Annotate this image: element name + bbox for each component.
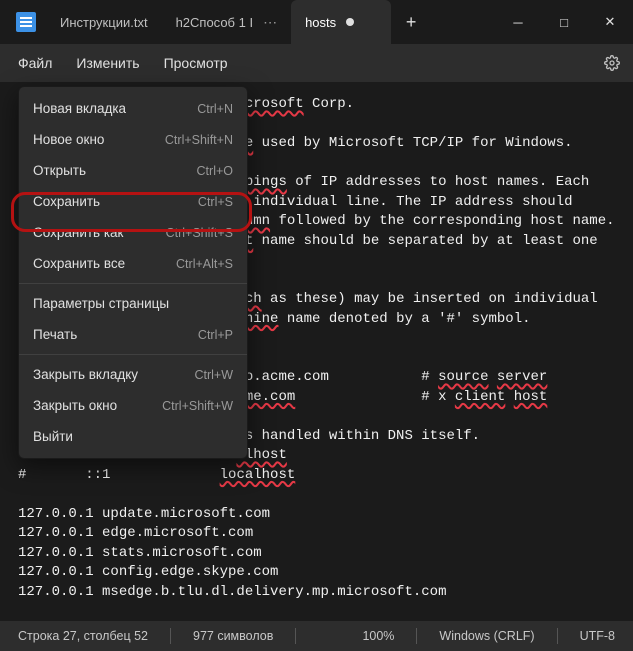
menubar: Файл Изменить Просмотр [0,44,633,82]
menu-item-label: Сохранить как [33,225,123,240]
close-icon: ✕ [605,14,616,30]
menu-item-label: Открыть [33,163,86,178]
tabs: Инструкции.txt h2Способ 1 I ⋯ hosts + [46,0,495,44]
menu-item-label: Печать [33,327,77,342]
menu-item-shortcut: Ctrl+N [197,102,233,116]
menu-item-label: Сохранить все [33,256,125,271]
modified-dot-icon [346,18,354,26]
tab-hosts[interactable]: hosts [291,0,391,44]
menu-item-3[interactable]: Сохранить Ctrl+S [19,186,247,217]
menu-item-8[interactable]: Печать Ctrl+P [19,319,247,350]
menu-item-1[interactable]: Новое окно Ctrl+Shift+N [19,124,247,155]
menu-item-10[interactable]: Закрыть вкладку Ctrl+W [19,359,247,390]
menu-view[interactable]: Просмотр [152,49,240,77]
file-menu-dropdown: Новая вкладка Ctrl+N Новое окно Ctrl+Shift+… [18,86,248,459]
gear-icon [604,55,620,71]
tab-instructions[interactable]: Инструкции.txt [46,0,162,44]
menu-item-shortcut: Ctrl+O [197,164,233,178]
window-controls: ─ □ ✕ [495,0,633,44]
editor-line: 127.0.0.1 msedge.b.tlu.dl.delivery.mp.mi… [18,583,623,603]
menu-separator [19,354,247,355]
menu-item-4[interactable]: Сохранить как Ctrl+Shift+S [19,217,247,248]
status-encoding[interactable]: UTF-8 [574,629,621,643]
editor-line: 127.0.0.1 config.edge.skype.com [18,563,623,583]
menu-item-11[interactable]: Закрыть окно Ctrl+Shift+W [19,390,247,421]
menu-item-0[interactable]: Новая вкладка Ctrl+N [19,93,247,124]
new-tab-button[interactable]: + [391,0,431,44]
menu-file[interactable]: Файл [6,49,64,77]
editor-line: 127.0.0.1 stats.microsoft.com [18,544,623,564]
menu-item-shortcut: Ctrl+P [198,328,233,342]
status-eol[interactable]: Windows (CRLF) [433,629,540,643]
menu-item-shortcut: Ctrl+W [194,368,233,382]
app-icon [16,12,36,32]
maximize-button[interactable]: □ [541,0,587,44]
menu-item-label: Параметры страницы [33,296,169,311]
menu-edit[interactable]: Изменить [64,49,151,77]
menu-item-12[interactable]: Выйти [19,421,247,452]
menu-item-label: Сохранить [33,194,100,209]
tab-label: Инструкции.txt [60,15,148,30]
menu-item-7[interactable]: Параметры страницы [19,288,247,319]
menu-item-shortcut: Ctrl+Shift+W [162,399,233,413]
menu-item-5[interactable]: Сохранить все Ctrl+Alt+S [19,248,247,279]
menu-item-label: Закрыть вкладку [33,367,138,382]
editor-line: 127.0.0.1 update.microsoft.com [18,505,623,525]
menu-item-2[interactable]: Открыть Ctrl+O [19,155,247,186]
statusbar: Строка 27, столбец 52 977 символов 100% … [0,621,633,651]
maximize-icon: □ [560,15,568,30]
menu-item-shortcut: Ctrl+Alt+S [176,257,233,271]
menu-item-label: Новое окно [33,132,104,147]
status-zoom[interactable]: 100% [356,629,400,643]
minimize-icon: ─ [513,15,522,30]
menu-item-shortcut: Ctrl+S [198,195,233,209]
menu-item-shortcut: Ctrl+Shift+S [166,226,233,240]
menu-item-label: Выйти [33,429,73,444]
status-chars[interactable]: 977 символов [187,629,279,643]
menu-separator [19,283,247,284]
titlebar: Инструкции.txt h2Способ 1 I ⋯ hosts + ─ … [0,0,633,44]
settings-button[interactable] [597,55,627,71]
editor-line [18,485,623,505]
plus-icon: + [406,12,417,33]
menu-item-label: Новая вкладка [33,101,126,116]
tab-h2sposob[interactable]: h2Способ 1 I ⋯ [162,0,292,44]
tab-label: hosts [305,15,336,30]
tab-indicator: ⋯ [263,14,277,31]
close-button[interactable]: ✕ [587,0,633,44]
status-position[interactable]: Строка 27, столбец 52 [12,629,154,643]
editor-line: # ::1 localhost [18,466,623,486]
menu-item-label: Закрыть окно [33,398,117,413]
minimize-button[interactable]: ─ [495,0,541,44]
editor-line: 127.0.0.1 edge.microsoft.com [18,524,623,544]
menu-item-shortcut: Ctrl+Shift+N [165,133,233,147]
tab-label: h2Способ 1 I [176,15,254,30]
